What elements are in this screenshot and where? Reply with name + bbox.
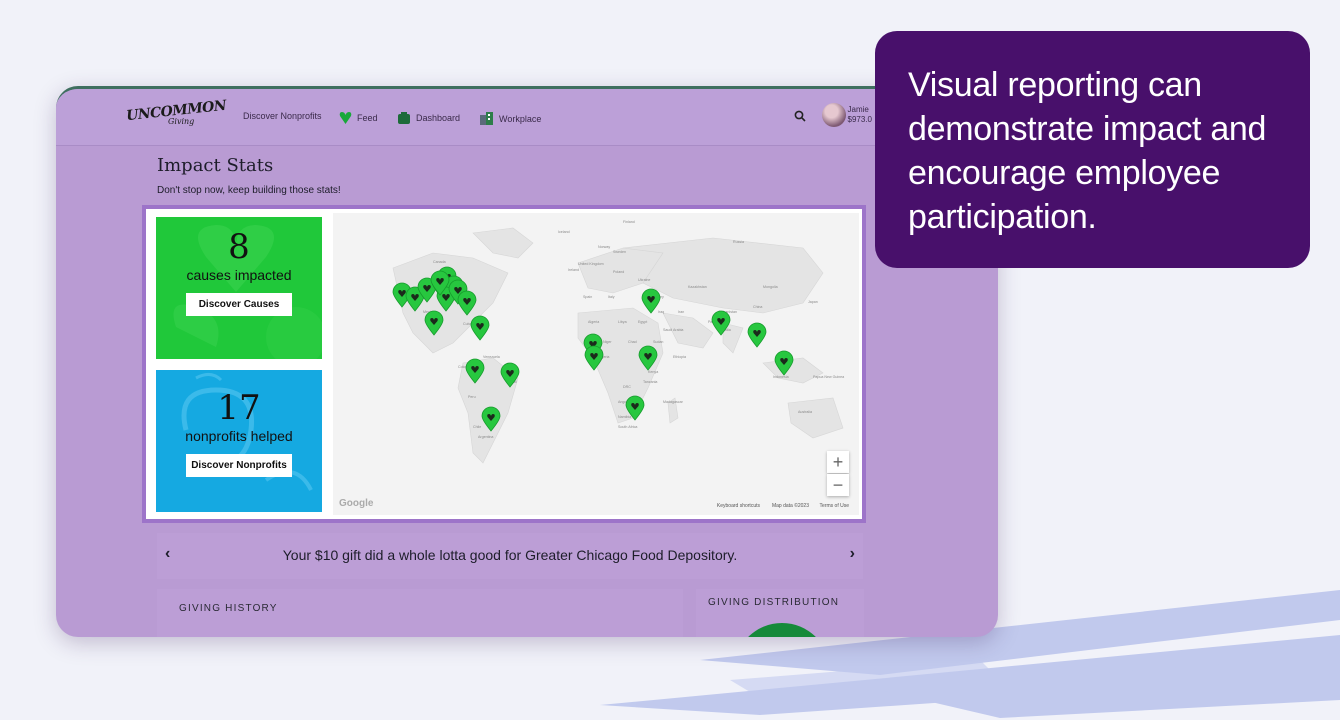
map-label: Poland <box>613 270 624 274</box>
map-label: Canada <box>433 260 446 264</box>
nonprofits-card: 17 nonprofits helped Discover Nonprofits <box>156 370 322 512</box>
impact-stats-content: 8 causes impacted Discover Causes 17 non… <box>146 209 862 519</box>
map-label: Venezuela <box>483 355 500 359</box>
causes-card: 8 causes impacted Discover Causes <box>156 217 322 359</box>
map-label: Egypt <box>638 320 647 324</box>
map-label: Ukraine <box>638 278 650 282</box>
callout-box: Visual reporting can demonstrate impact … <box>875 31 1310 268</box>
discover-causes-button[interactable]: Discover Causes <box>186 293 292 316</box>
map-label: Argentina <box>478 435 493 439</box>
dashboard-icon <box>398 112 410 124</box>
map-label: Libya <box>618 320 627 324</box>
map-label: Papua New Guinea <box>813 375 844 379</box>
giving-history-title: GIVING HISTORY <box>179 603 278 614</box>
nav-dashboard[interactable]: Dashboard <box>397 111 460 125</box>
keyboard-shortcuts-link[interactable]: Keyboard shortcuts <box>717 503 760 509</box>
nav-dashboard-label: Dashboard <box>416 113 461 123</box>
world-map-svg: Iceland Finland NorwaySweden United Kingdom… <box>392 220 844 464</box>
map-label: Spain <box>583 295 592 299</box>
map-label: Ethiopia <box>673 355 686 359</box>
building-icon <box>480 112 493 125</box>
nav-feed-label: Feed <box>357 113 378 123</box>
map-label: China <box>753 305 762 309</box>
zoom-in-button[interactable]: + <box>827 451 849 473</box>
map-pin[interactable] <box>747 322 767 348</box>
giving-distribution-panel: GIVING DISTRIBUTION <box>696 589 864 637</box>
carousel-next-arrow[interactable]: › <box>850 545 855 563</box>
nonprofits-label: nonprofits helped <box>185 428 293 444</box>
heart-icon <box>339 112 352 124</box>
user-balance: $973.0 <box>847 115 872 124</box>
map-label: Kenya <box>648 370 658 374</box>
map-label: Saudi Arabia <box>663 328 683 332</box>
google-logo[interactable]: Google <box>339 498 373 509</box>
map-label: Australia <box>798 410 812 414</box>
map-label: Tanzania <box>643 380 657 384</box>
map-label: Iceland <box>558 230 570 234</box>
map-label: Chile <box>473 425 481 429</box>
nonprofits-count: 17 <box>217 388 261 428</box>
impact-story-carousel: ‹ Your $10 gift did a whole lotta good f… <box>157 533 863 579</box>
map-pin[interactable] <box>470 315 490 341</box>
nav-feed[interactable]: Feed <box>339 111 378 125</box>
discover-nonprofits-button[interactable]: Discover Nonprofits <box>186 454 292 477</box>
map-label: Russia <box>733 240 744 244</box>
map-label: Mongolia <box>763 285 778 289</box>
map-label: Peru <box>468 395 476 399</box>
terms-of-use-link[interactable]: Terms of Use <box>820 503 849 509</box>
callout-text: Visual reporting can demonstrate impact … <box>908 66 1267 236</box>
map-label: United Kingdom <box>578 262 604 266</box>
zoom-out-button[interactable]: − <box>827 474 849 496</box>
nav-workplace-label: Workplace <box>499 113 542 124</box>
impact-stats-frame: 8 causes impacted Discover Causes 17 non… <box>142 205 866 523</box>
search-icon[interactable] <box>794 110 806 122</box>
map-label: Cuba <box>463 322 472 326</box>
map-label: South Africa <box>618 425 637 429</box>
causes-label: causes impacted <box>186 267 292 283</box>
map-label: Kazakhstan <box>688 285 707 289</box>
map-label: Ireland <box>568 268 579 272</box>
top-navbar: UNCOMMON Giving Discover Nonprofits Feed… <box>56 89 998 146</box>
page-subtitle: Don't stop now, keep building those stat… <box>157 185 341 196</box>
map-label: Iraq <box>658 310 664 314</box>
giving-distribution-title: GIVING DISTRIBUTION <box>708 597 840 608</box>
user-name: Jamie <box>847 105 869 114</box>
giving-history-panel: GIVING HISTORY <box>157 589 683 637</box>
nav-discover-nonprofits[interactable]: Discover Nonprofits <box>243 111 322 121</box>
map-label: Namibia <box>618 415 631 419</box>
map-label: Italy <box>608 295 615 299</box>
impact-map[interactable]: Iceland Finland Norway Sweden United Kingdom… <box>333 213 859 515</box>
map-label: Chad <box>628 340 637 344</box>
map-label: Indonesia <box>773 375 789 379</box>
map-label: Madagascar <box>663 400 684 404</box>
app-window: UNCOMMON Giving Discover Nonprofits Feed… <box>56 86 998 637</box>
map-label: Algeria <box>588 320 599 324</box>
nav-workplace[interactable]: Workplace <box>479 111 541 126</box>
map-label: Sudan <box>653 340 663 344</box>
map-label: Iran <box>678 310 684 314</box>
user-avatar[interactable] <box>822 103 846 127</box>
map-label: Niger <box>603 340 612 344</box>
map-data-attribution: Map data ©2023 <box>771 503 809 509</box>
map-label: Finland <box>623 220 635 224</box>
map-label: Japan <box>808 300 818 304</box>
page-title: Impact Stats <box>157 155 274 176</box>
map-label: Sweden <box>613 250 626 254</box>
nav-discover-label: Discover Nonprofits <box>243 111 322 121</box>
user-info[interactable]: Jamie $973.0 <box>848 105 872 125</box>
map-label: Norway <box>598 245 610 249</box>
uncommon-giving-logo[interactable]: UNCOMMON Giving <box>125 98 226 126</box>
distribution-donut-chart[interactable] <box>734 623 830 637</box>
causes-count: 8 <box>228 227 250 267</box>
carousel-message: Your $10 gift did a whole lotta good for… <box>282 547 738 563</box>
map-label: DRC <box>623 385 631 389</box>
